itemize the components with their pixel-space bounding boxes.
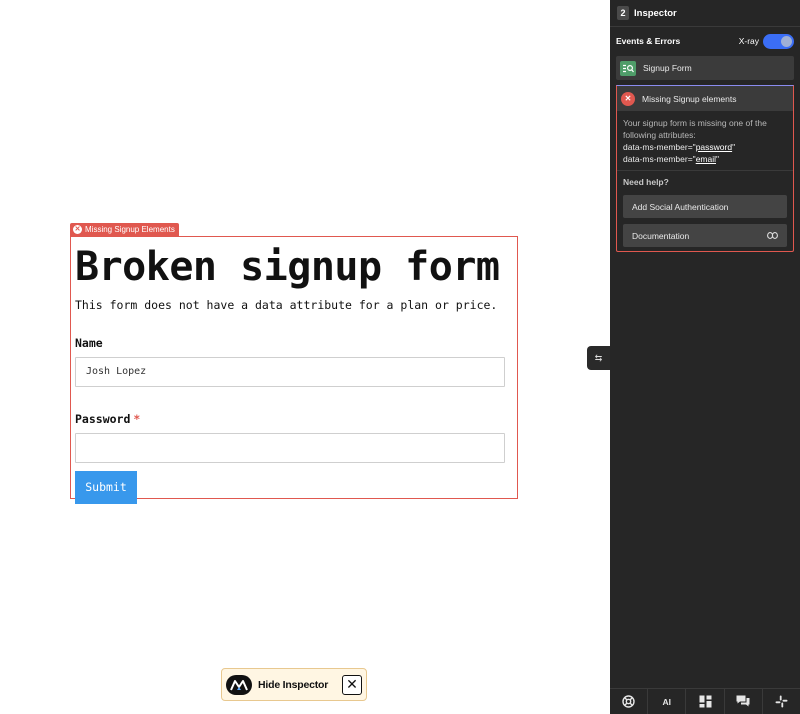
add-social-auth-button[interactable]: Add Social Authentication: [623, 195, 787, 218]
missing-signup-elements-tag: ✕ Missing Signup Elements: [70, 223, 179, 236]
password-label-text: Password: [75, 412, 131, 426]
missing-attribute-email: data-ms-member="email": [623, 153, 787, 165]
hide-inspector-bar: Hide Inspector ✕: [221, 668, 367, 701]
support-lifebuoy-button[interactable]: [610, 689, 649, 714]
toggle-knob: [781, 35, 792, 47]
dashboard-button[interactable]: [686, 689, 725, 714]
inspector-panel: 2 Inspector Events & Errors X-ray Signup…: [610, 0, 800, 714]
missing-attribute-password: data-ms-member="password": [623, 141, 787, 153]
attr-suffix: ": [716, 154, 720, 164]
inspector-footer-toolbar: AI: [610, 688, 800, 714]
xray-toggle[interactable]: [763, 33, 794, 49]
chat-button[interactable]: [725, 689, 763, 714]
collapse-panel-handle[interactable]: ⇆: [587, 346, 610, 370]
password-label: Password *: [75, 412, 513, 426]
signup-form-item[interactable]: Signup Form: [616, 56, 794, 80]
attr-suffix: ": [732, 142, 736, 152]
error-details: Your signup form is missing one of the f…: [617, 111, 793, 170]
chat-bubbles-icon: [736, 695, 750, 707]
need-help-section: Need help? Add Social Authentication Doc…: [617, 170, 793, 251]
missing-signup-elements-item[interactable]: ✕ Missing Signup elements: [616, 85, 794, 111]
events-errors-label: Events & Errors: [616, 36, 681, 46]
documentation-label: Documentation: [632, 230, 690, 241]
signup-form: Broken signup form This form does not ha…: [70, 236, 518, 504]
dashboard-layout-icon: [699, 695, 711, 708]
error-x-icon: ✕: [73, 225, 82, 234]
signup-form-label: Signup Form: [643, 63, 692, 73]
form-description: This form does not have a data attribute…: [75, 298, 498, 312]
inspector-header: 2 Inspector: [610, 0, 800, 27]
inspector-count-badge: 2: [617, 6, 629, 20]
logo-mark-icon: [230, 679, 248, 690]
error-tag-label: Missing Signup Elements: [85, 225, 175, 234]
link-icon: [767, 232, 778, 239]
close-icon[interactable]: ✕: [342, 674, 362, 695]
slack-button[interactable]: [763, 689, 800, 714]
submit-button[interactable]: Submit: [75, 471, 137, 504]
inspector-title: Inspector: [634, 7, 677, 19]
need-help-label: Need help?: [623, 177, 669, 187]
attr-value-email[interactable]: email: [696, 154, 716, 164]
documentation-button[interactable]: Documentation: [623, 224, 787, 247]
password-input[interactable]: [75, 433, 505, 463]
lifebuoy-icon: [622, 695, 635, 708]
attr-prefix: data-ms-member=": [623, 154, 696, 164]
name-input[interactable]: Josh Lopez: [75, 357, 505, 387]
memberstack-logo-icon[interactable]: [226, 674, 252, 695]
form-search-icon: [620, 60, 636, 76]
page-title: Broken signup form: [75, 244, 500, 290]
missing-signup-error-panel: ✕ Missing Signup elements Your signup fo…: [616, 85, 794, 252]
error-message: Your signup form is missing one of the f…: [623, 118, 767, 140]
hide-inspector-button[interactable]: Hide Inspector: [258, 679, 328, 691]
error-title: Missing Signup elements: [642, 93, 737, 104]
ai-button[interactable]: AI: [648, 689, 687, 714]
attr-value-password[interactable]: password: [696, 142, 732, 152]
name-label: Name: [75, 336, 103, 350]
ai-label: AI: [662, 696, 672, 707]
events-errors-row: Events & Errors X-ray: [610, 33, 800, 49]
add-social-auth-label: Add Social Authentication: [632, 201, 729, 212]
error-circle-x-icon: ✕: [621, 91, 635, 106]
form-list-icon: [622, 64, 634, 72]
xray-label: X-ray: [738, 36, 759, 46]
slack-icon: [775, 695, 788, 708]
swap-arrows-icon: ⇆: [594, 353, 603, 363]
attr-prefix: data-ms-member=": [623, 142, 696, 152]
required-asterisk: *: [133, 412, 141, 426]
